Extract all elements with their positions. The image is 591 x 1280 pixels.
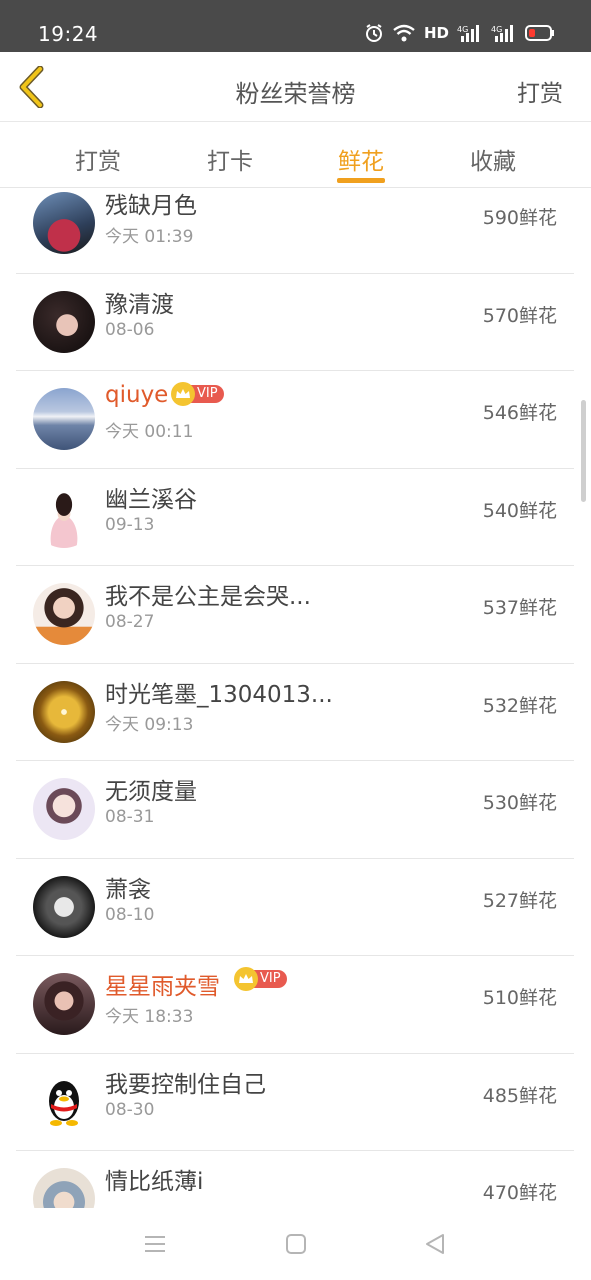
avatar (33, 192, 95, 254)
avatar (33, 485, 95, 548)
flower-count: 532鲜花 (482, 694, 557, 717)
avatar (33, 583, 95, 645)
alarm-icon (365, 24, 382, 42)
status-bar: 19:24 HD 4G 4G (0, 0, 591, 52)
signal-4g-icon-2: 4G (491, 25, 513, 42)
square-home-icon (286, 1234, 306, 1254)
tab-bar: 打赏 打卡 鲜花 收藏 (0, 122, 591, 188)
vip-badge: VIP (171, 382, 224, 406)
flower-count: 537鲜花 (482, 597, 557, 619)
user-name: 情比纸薄i (105, 1169, 204, 1195)
user-time: 今天 00:11 (105, 422, 194, 442)
user-time: 08-27 (105, 612, 155, 632)
tab-checkin[interactable]: 打卡 (185, 142, 275, 176)
qq-penguin-icon (49, 1080, 79, 1126)
user-time: 08-31 (105, 807, 155, 827)
tab-flowers[interactable]: 鲜花 (316, 142, 406, 176)
user-name: qiuye (105, 382, 169, 408)
flower-count: 546鲜花 (482, 402, 557, 424)
flower-count: 570鲜花 (482, 304, 557, 327)
system-nav-bar (0, 1208, 591, 1280)
avatar (33, 778, 95, 840)
user-name: 萧衾 (105, 876, 151, 903)
wifi-icon (393, 24, 415, 42)
user-time: 今天 09:13 (105, 714, 194, 735)
menu-button[interactable] (143, 1232, 167, 1256)
avatar (33, 290, 95, 353)
list-item[interactable]: 星星雨夹雪 VIP 今天 18:33 510鲜花 (16, 956, 574, 1054)
user-time: 08-06 (105, 319, 155, 340)
flower-count: 485鲜花 (482, 1084, 557, 1107)
avatar (33, 680, 95, 743)
user-time: 09-13 (105, 514, 155, 535)
page-title: 粉丝荣誉榜 (235, 80, 356, 108)
list-item[interactable]: 我不是公主是会哭... 08-27 537鲜花 (16, 566, 574, 664)
scrollbar[interactable] (581, 400, 586, 502)
battery-low-icon (525, 25, 554, 41)
signal-4g-icon: 4G (457, 25, 479, 42)
list-item[interactable]: 情比纸薄i 470鲜花 (16, 1151, 574, 1208)
list-item[interactable]: 我要控制住自己 08-30 485鲜花 (16, 1054, 574, 1151)
user-name: 残缺月色 (105, 193, 197, 219)
user-name: 星星雨夹雪 (105, 974, 220, 1000)
nav-bar: 粉丝荣誉榜 打赏 (0, 52, 591, 122)
user-name: 时光笔墨_1304013... (105, 681, 333, 708)
user-name: 我要控制住自己 (105, 1071, 266, 1098)
avatar (33, 1070, 95, 1133)
flower-count: 530鲜花 (482, 792, 557, 814)
flower-count: 510鲜花 (482, 987, 557, 1009)
list-item[interactable]: 豫清渡 08-06 570鲜花 (16, 274, 574, 371)
list-item[interactable]: 时光笔墨_1304013... 今天 09:13 532鲜花 (16, 664, 574, 761)
avatar (33, 973, 95, 1035)
avatar (33, 875, 95, 938)
active-tab-indicator (337, 178, 385, 183)
list-item[interactable]: qiuye VIP 今天 00:11 546鲜花 (16, 371, 574, 469)
avatar (33, 1168, 95, 1208)
list-item[interactable]: 幽兰溪谷 09-13 540鲜花 (16, 469, 574, 566)
flower-count: 470鲜花 (482, 1182, 557, 1204)
user-name: 我不是公主是会哭... (105, 584, 311, 610)
flower-count: 527鲜花 (482, 889, 557, 912)
list-item[interactable]: 无须度量 08-31 530鲜花 (16, 761, 574, 859)
status-icons: HD 4G 4G (364, 23, 555, 43)
flower-count: 590鲜花 (482, 207, 557, 229)
svg-text:4G: 4G (457, 25, 468, 34)
svg-text:4G: 4G (491, 25, 502, 34)
avatar (33, 388, 95, 450)
reward-button[interactable]: 打赏 (517, 74, 563, 108)
list-item[interactable]: 萧衾 08-10 527鲜花 (16, 859, 574, 956)
tab-reward[interactable]: 打赏 (53, 142, 143, 176)
user-time: 08-10 (105, 904, 155, 925)
user-name: 无须度量 (105, 779, 197, 805)
user-time: 今天 18:33 (105, 1007, 194, 1027)
crown-icon (234, 967, 258, 991)
list-item[interactable]: 残缺月色 今天 01:39 590鲜花 (16, 188, 574, 274)
tab-favorites[interactable]: 收藏 (448, 142, 538, 176)
status-time: 19:24 (38, 22, 99, 46)
menu-icon (145, 1236, 165, 1252)
vip-badge: VIP (234, 967, 287, 991)
home-button[interactable] (284, 1232, 308, 1256)
user-name: 豫清渡 (105, 291, 174, 318)
fan-list[interactable]: 残缺月色 今天 01:39 590鲜花 豫清渡 08-06 570鲜花 qiuy… (16, 188, 574, 1208)
back-nav-button[interactable] (423, 1232, 447, 1256)
flower-count: 540鲜花 (482, 499, 557, 522)
user-time: 今天 01:39 (105, 227, 194, 247)
user-time: 08-30 (105, 1099, 155, 1120)
triangle-back-icon (426, 1234, 444, 1254)
crown-icon (171, 382, 195, 406)
hd-label: HD (423, 24, 449, 42)
user-name: 幽兰溪谷 (105, 486, 197, 513)
